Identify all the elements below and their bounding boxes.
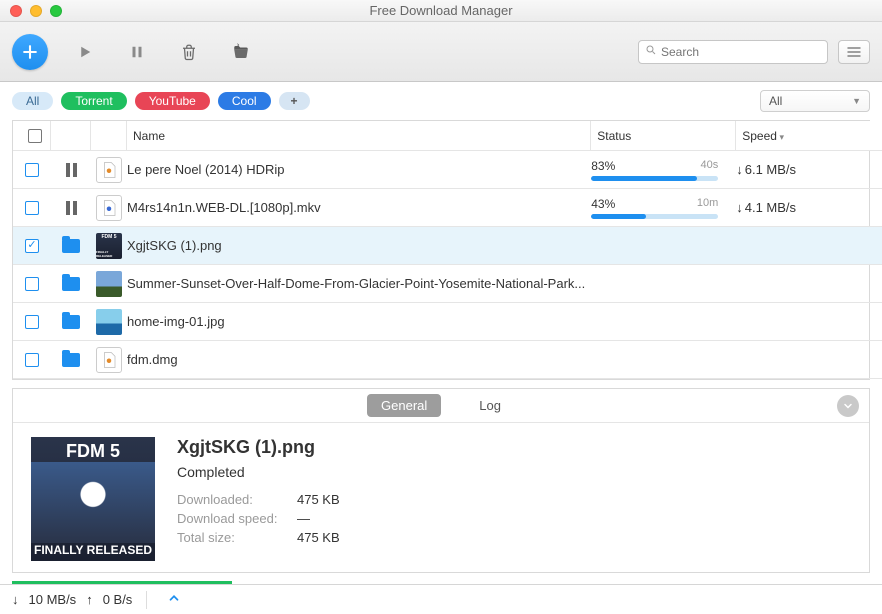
col-status[interactable]: Status <box>591 121 736 150</box>
window-title: Free Download Manager <box>0 3 882 18</box>
menu-button[interactable] <box>838 40 870 64</box>
delete-button[interactable] <box>174 37 204 67</box>
chevron-down-icon: ▼ <box>852 96 861 106</box>
row-name: Summer-Sunset-Over-Half-Dome-From-Glacie… <box>127 276 591 291</box>
row-thumbnail <box>96 347 122 373</box>
filter-select[interactable]: All ▼ <box>760 90 870 112</box>
row-checkbox[interactable] <box>25 315 39 329</box>
row-name: Le pere Noel (2014) HDRip <box>127 162 591 177</box>
row-thumbnail <box>96 195 122 221</box>
add-tag-button[interactable]: + <box>279 92 310 110</box>
folder-icon[interactable] <box>62 315 80 329</box>
tag-all[interactable]: All <box>12 92 53 110</box>
play-button[interactable] <box>70 37 100 67</box>
row-progress: 43%10m <box>591 197 736 219</box>
row-name: M4rs14n1n.WEB-DL.[1080p].mkv <box>127 200 591 215</box>
tab-log[interactable]: Log <box>465 394 515 417</box>
details-thumbnail: FDM 5 FINALLY RELEASED <box>31 437 155 561</box>
row-thumbnail: FDM 5FINALLY RELEASED <box>96 233 122 259</box>
tag-torrent[interactable]: Torrent <box>61 92 126 110</box>
downloads-table: Name Status Speed Size Added Le pere Noe… <box>12 120 870 380</box>
details-status: Completed <box>177 464 340 480</box>
row-checkbox[interactable] <box>25 277 39 291</box>
pause-button[interactable] <box>122 37 152 67</box>
tag-youtube[interactable]: YouTube <box>135 92 210 110</box>
row-checkbox[interactable] <box>25 353 39 367</box>
pause-icon <box>66 163 77 177</box>
speed-value: — <box>297 511 340 526</box>
status-down-speed: 10 MB/s <box>29 592 77 607</box>
total-value: 475 KB <box>297 530 340 545</box>
search-icon <box>645 44 657 59</box>
row-name: XgjtSKG (1).png <box>127 238 591 253</box>
details-title: XgjtSKG (1).png <box>177 437 340 458</box>
folder-icon[interactable] <box>62 239 80 253</box>
row-checkbox[interactable] <box>25 201 39 215</box>
table-row[interactable]: M4rs14n1n.WEB-DL.[1080p].mkv43%10m4.1 MB… <box>13 189 882 227</box>
arrow-down-icon: ↓ <box>12 592 19 607</box>
speed-label: Download speed: <box>177 511 297 526</box>
row-speed: 4.1 MB/s <box>736 200 882 215</box>
table-header: Name Status Speed Size Added <box>13 121 882 151</box>
row-thumbnail <box>96 271 122 297</box>
folder-icon[interactable] <box>62 277 80 291</box>
table-row[interactable]: Summer-Sunset-Over-Half-Dome-From-Glacie… <box>13 265 882 303</box>
select-all-checkbox[interactable] <box>28 129 42 143</box>
status-up-speed: 0 B/s <box>103 592 133 607</box>
downloaded-value: 475 KB <box>297 492 340 507</box>
row-checkbox[interactable] <box>25 239 39 253</box>
search-input[interactable] <box>661 45 821 59</box>
col-speed[interactable]: Speed <box>736 121 882 150</box>
open-folder-button[interactable] <box>226 37 256 67</box>
row-thumbnail <box>96 157 122 183</box>
downloaded-label: Downloaded: <box>177 492 297 507</box>
row-name: fdm.dmg <box>127 352 591 367</box>
expand-chevron-icon[interactable] <box>167 591 181 608</box>
arrow-up-icon: ↑ <box>86 592 93 607</box>
tag-cool[interactable]: Cool <box>218 92 271 110</box>
toolbar <box>0 22 882 82</box>
filter-value: All <box>769 94 782 108</box>
tab-general[interactable]: General <box>367 394 441 417</box>
row-speed: 6.1 MB/s <box>736 162 882 177</box>
folder-icon[interactable] <box>62 353 80 367</box>
table-row[interactable]: FDM 5FINALLY RELEASEDXgjtSKG (1).png475 … <box>13 227 882 265</box>
collapse-details-button[interactable] <box>837 395 859 417</box>
details-tabs: General Log <box>13 389 869 423</box>
add-download-button[interactable] <box>12 34 48 70</box>
table-row[interactable]: fdm.dmg23.0 MB16:05 <box>13 341 882 379</box>
col-name[interactable]: Name <box>127 121 591 150</box>
total-label: Total size: <box>177 530 297 545</box>
table-row[interactable]: Le pere Noel (2014) HDRip83%40s6.1 MB/s1… <box>13 151 882 189</box>
pause-icon <box>66 201 77 215</box>
row-thumbnail <box>96 309 122 335</box>
row-progress: 83%40s <box>591 159 736 181</box>
titlebar: Free Download Manager <box>0 0 882 22</box>
search-field[interactable] <box>638 40 828 64</box>
row-checkbox[interactable] <box>25 163 39 177</box>
tag-bar: All Torrent YouTube Cool + All ▼ <box>0 82 882 120</box>
row-name: home-img-01.jpg <box>127 314 591 329</box>
status-bar: ↓ 10 MB/s ↑ 0 B/s <box>0 584 882 614</box>
table-row[interactable]: home-img-01.jpg367 KB22:43 <box>13 303 882 341</box>
details-panel: General Log FDM 5 FINALLY RELEASED XgjtS… <box>12 388 870 573</box>
